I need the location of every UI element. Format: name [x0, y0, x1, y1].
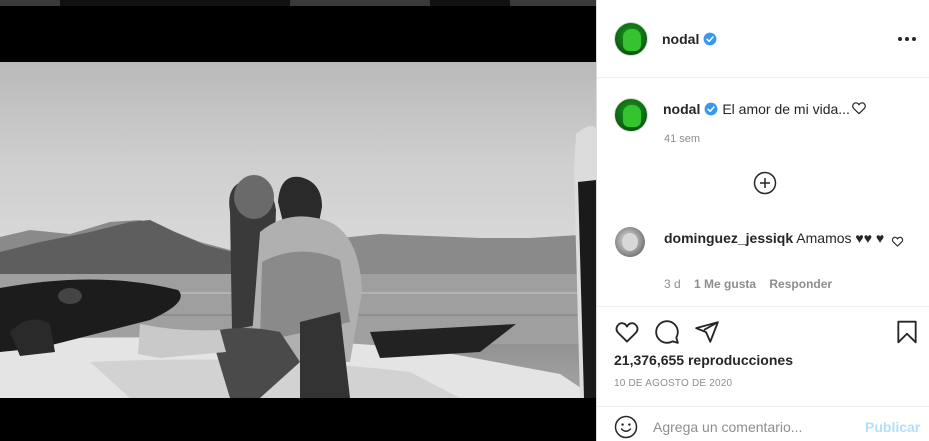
bookmark-icon — [897, 320, 917, 344]
author-avatar[interactable] — [614, 22, 648, 56]
comment-likes-count[interactable]: 1 Me gusta — [694, 277, 756, 291]
comment-button[interactable] — [654, 319, 680, 350]
post-panel: nodal nodal El amor de mi vida... 41 sem … — [596, 0, 929, 441]
heart-outline-icon — [891, 236, 904, 247]
comment-reply-button[interactable]: Responder — [769, 277, 832, 291]
share-button[interactable] — [694, 319, 720, 350]
verified-badge-icon — [703, 32, 717, 46]
post-actions: 21,376,655 reproducciones 10 DE AGOSTO D… — [597, 306, 929, 406]
caption-text: El amor de mi vida... — [722, 101, 850, 117]
paper-plane-icon — [695, 321, 719, 343]
emoji-picker-button[interactable] — [614, 415, 638, 439]
caption-username[interactable]: nodal — [663, 101, 700, 117]
verified-badge-icon — [704, 102, 718, 116]
comment: dominguez_jessiqk Amamos ♥♥ ♥ — [664, 229, 894, 247]
comment-bubble-icon — [655, 320, 679, 344]
author-username[interactable]: nodal — [662, 31, 699, 47]
post-header: nodal — [597, 0, 929, 78]
commenter-avatar[interactable] — [615, 227, 645, 257]
post-date[interactable]: 10 DE AGOSTO DE 2020 — [614, 378, 732, 389]
comment-time[interactable]: 3 d — [664, 277, 681, 291]
more-options-button[interactable] — [898, 34, 918, 44]
plus-circle-icon — [753, 171, 777, 195]
view-count[interactable]: 21,376,655 reproducciones — [614, 352, 793, 368]
publish-comment-button[interactable]: Publicar — [865, 419, 920, 435]
comment-meta: 3 d 1 Me gusta Responder — [664, 277, 842, 291]
add-comment-section: Publicar — [597, 406, 929, 441]
post-video[interactable] — [0, 62, 596, 398]
heart-icon — [615, 322, 639, 343]
smiley-face-icon — [614, 415, 638, 439]
save-button[interactable] — [894, 319, 920, 350]
caption-author-avatar[interactable] — [614, 98, 648, 132]
load-more-comments-button[interactable] — [753, 171, 777, 195]
comment-like-button[interactable] — [891, 235, 904, 248]
video-frame-illustration — [0, 126, 596, 398]
media-area — [0, 0, 596, 441]
commenter-username[interactable]: dominguez_jessiqk — [664, 230, 793, 246]
thumbnail-strip — [0, 0, 596, 6]
comment-text: Amamos ♥♥ ♥ — [796, 230, 885, 246]
caption-time: 41 sem — [664, 133, 701, 145]
post-caption: nodal El amor de mi vida... — [663, 100, 867, 117]
heart-outline-emoji-icon — [852, 102, 866, 115]
comment-input[interactable] — [653, 415, 853, 439]
author-username-wrap: nodal — [662, 31, 717, 47]
like-button[interactable] — [614, 319, 640, 350]
